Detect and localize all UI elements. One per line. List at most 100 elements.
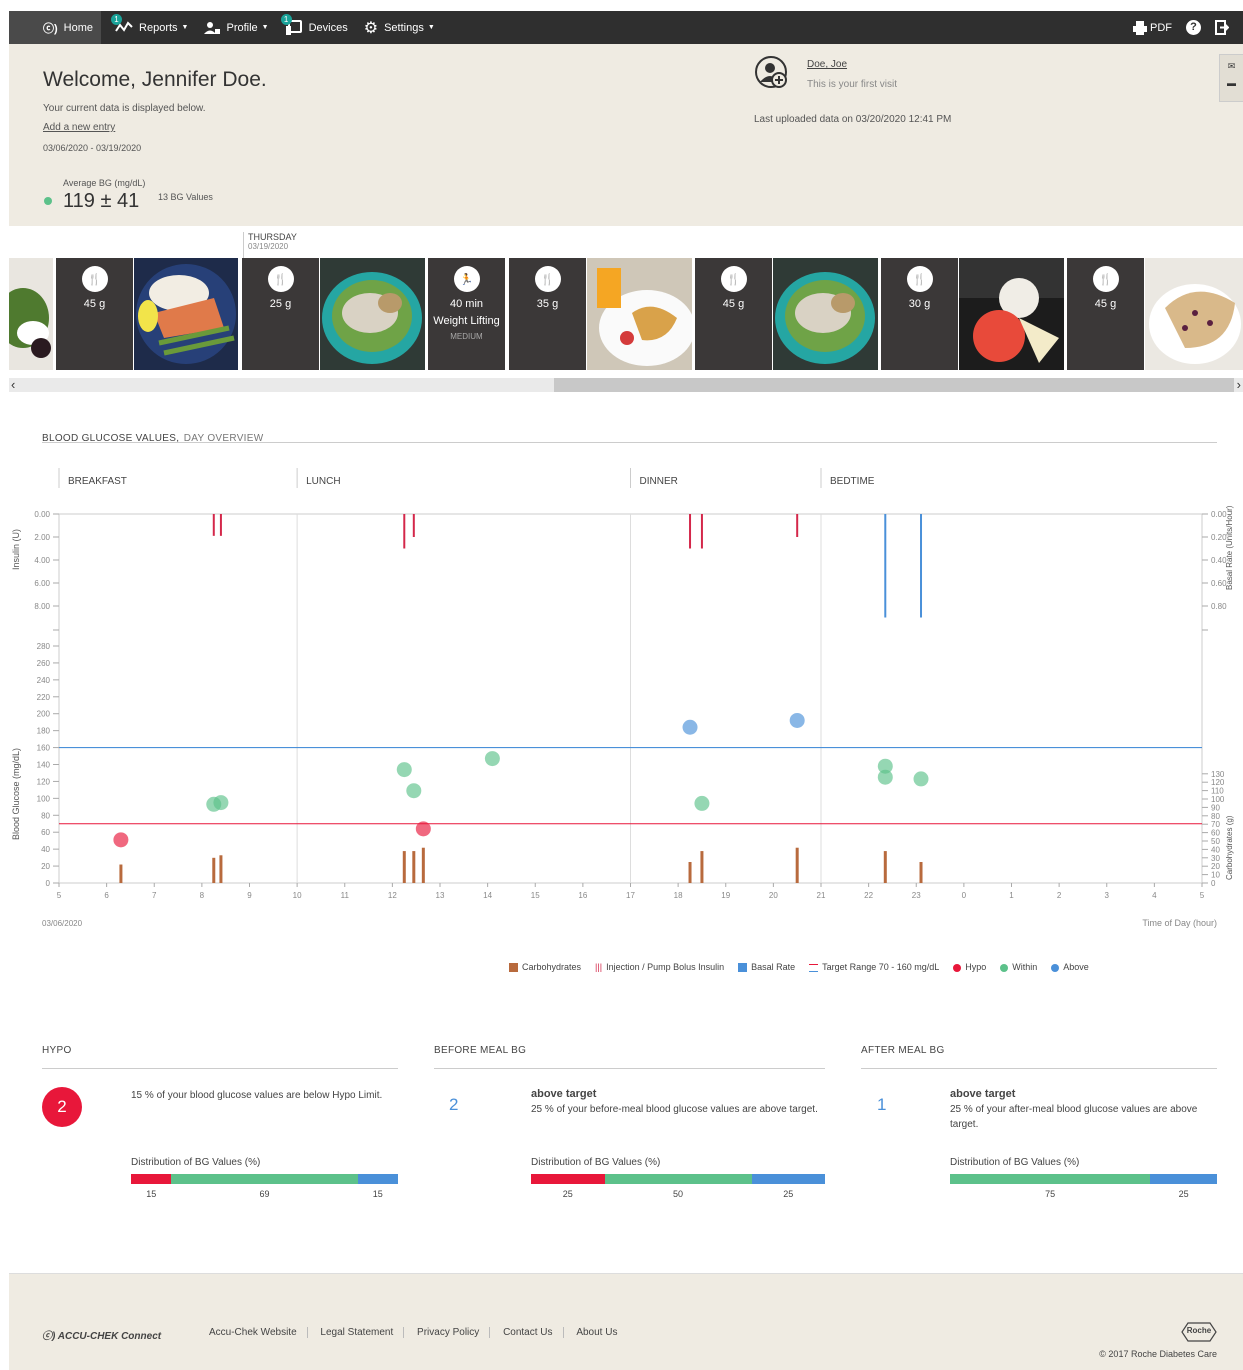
before-meal-distribution-labels: 25 50 25 (531, 1189, 825, 1201)
fork-knife-icon: 🍴 (534, 266, 561, 292)
before-meal-count[interactable]: 2 (449, 1095, 458, 1115)
bg-point-above (682, 719, 698, 735)
x-tick-label: 13 (436, 891, 445, 900)
exercise-tile[interactable]: 🏃 40 min Weight Lifting MEDIUM (428, 258, 505, 370)
carb-tick-label: 40 (1211, 845, 1220, 854)
date-range: 03/06/2020 - 03/19/2020 (43, 143, 142, 153)
meal-photo[interactable] (959, 258, 1064, 370)
distribution-segment (357, 1174, 398, 1184)
after-meal-distribution-bar (950, 1174, 1217, 1184)
patient-name-link[interactable]: Doe, Joe (807, 59, 847, 70)
nav-devices[interactable]: 1 Devices (277, 11, 356, 44)
hypo-title: HYPO (42, 1045, 72, 1056)
meal-photo[interactable] (1145, 258, 1243, 370)
fork-knife-icon: 🍴 (267, 266, 294, 292)
footer-link-contact[interactable]: Contact Us (493, 1327, 564, 1338)
meal-photo[interactable] (9, 258, 53, 370)
before-meal-panel: BEFORE MEAL BG 2 above target 25 % of yo… (434, 1045, 825, 1199)
meal-tile[interactable]: 🍴 45 g (56, 258, 133, 370)
start-date-label: 03/06/2020 (42, 919, 83, 928)
copyright: © 2017 Roche Diabetes Care (1099, 1349, 1217, 1359)
devices-badge: 1 (280, 14, 292, 25)
carb-tick-label: 120 (1211, 778, 1225, 787)
after-meal-divider (861, 1068, 1217, 1069)
distribution-value-label: 75 (1045, 1189, 1056, 1199)
chart-title: BLOOD GLUCOSE VALUES, DAY OVERVIEW (42, 428, 263, 446)
add-entry-link[interactable]: Add a new entry (43, 122, 115, 133)
footer-link-about[interactable]: About Us (566, 1327, 627, 1338)
carb-bar (412, 851, 416, 883)
carb-tick-label: 50 (1211, 837, 1220, 846)
footer-link-website[interactable]: Accu-Chek Website (199, 1327, 308, 1338)
meal-tile[interactable]: 🍴 35 g (509, 258, 586, 370)
bg-point-within (913, 771, 929, 787)
meal-photo[interactable] (134, 258, 238, 370)
meal-tile[interactable]: 🍴 25 g (242, 258, 319, 370)
logout-icon[interactable] (1215, 20, 1229, 35)
footer-link-legal[interactable]: Legal Statement (310, 1327, 405, 1338)
meal-tile[interactable]: 🍴 45 g (1067, 258, 1144, 370)
after-meal-distribution-labels: 75 25 (950, 1189, 1217, 1201)
period-label-bedtime: BEDTIME (830, 476, 875, 487)
bg-tick-label: 220 (37, 693, 51, 702)
carb-value: 30 g (908, 298, 931, 310)
before-meal-dist-label: Distribution of BG Values (%) (531, 1157, 661, 1168)
carb-value: 25 g (269, 298, 292, 310)
insulin-axis-title: Insulin (U) (11, 529, 21, 570)
after-meal-dist-label: Distribution of BG Values (%) (950, 1157, 1080, 1168)
basal-axis-title: Basal Rate (Units/Hour) (1225, 505, 1234, 590)
carb-tick-label: 20 (1211, 862, 1220, 871)
help-icon[interactable]: ? (1186, 20, 1201, 35)
nav-settings[interactable]: ⚙ Settings ▼ (356, 11, 443, 44)
scroll-right-button[interactable]: › (1237, 377, 1241, 392)
bg-point-hypo (415, 821, 431, 837)
chevron-down-icon: ▼ (261, 24, 269, 31)
after-meal-description: 25 % of your after-meal blood glucose va… (950, 1104, 1198, 1130)
meal-tile[interactable]: 🍴 45 g (695, 258, 772, 370)
x-tick-label: 14 (483, 891, 492, 900)
reports-badge: 1 (111, 14, 123, 25)
accu-chek-logo-icon: ⓒ) (43, 22, 58, 35)
carb-tick-label: 100 (1211, 795, 1225, 804)
scroll-left-button[interactable]: ‹ (11, 377, 15, 392)
meal-photo[interactable] (320, 258, 425, 370)
carb-bar (119, 864, 123, 883)
period-label-dinner: DINNER (640, 476, 678, 487)
x-tick-label: 5 (1200, 891, 1205, 900)
bg-tick-label: 0 (46, 879, 51, 888)
basal-tick-label: 0.80 (1211, 602, 1227, 611)
hypo-distribution-bar (131, 1174, 398, 1184)
meal-photo[interactable] (587, 258, 692, 370)
pdf-button[interactable]: PDF (1133, 20, 1172, 35)
title-divider (42, 442, 1217, 443)
bg-tick-label: 80 (41, 811, 50, 820)
footer-link-privacy[interactable]: Privacy Policy (407, 1327, 491, 1338)
average-bg-label: Average BG (mg/dL) (63, 178, 146, 188)
carb-tick-label: 10 (1211, 871, 1220, 880)
pdf-label: PDF (1150, 21, 1172, 34)
average-bg-value: 119 ± 41 (63, 190, 140, 212)
carb-value: 45 g (83, 298, 106, 310)
exercise-type: Weight Lifting (433, 315, 500, 327)
bg-tick-label: 240 (37, 676, 51, 685)
carb-value: 45 g (1094, 298, 1117, 310)
day-date: 03/19/2020 (248, 242, 289, 251)
nav-profile[interactable]: Profile ▼ (196, 11, 276, 44)
feed-scrollbar[interactable]: ‹ › (9, 377, 1243, 392)
carb-tick-label: 110 (1211, 787, 1224, 796)
accu-chek-logo-icon: ⓒ) (42, 1331, 58, 1342)
side-panel-tab[interactable]: ✉ ▬ (1219, 54, 1243, 102)
x-tick-label: 20 (769, 891, 778, 900)
meal-tile[interactable]: 🍴 30 g (881, 258, 958, 370)
nav-reports[interactable]: 1 Reports ▼ (107, 11, 196, 44)
hypo-count-badge[interactable]: 2 (42, 1087, 82, 1127)
bg-point-above (789, 712, 805, 728)
nav-home[interactable]: ⓒ) Home (9, 11, 102, 44)
nav-profile-label: Profile (226, 21, 258, 34)
scrollbar-thumb[interactable] (554, 378, 1234, 392)
meal-photo[interactable] (773, 258, 878, 370)
after-meal-count[interactable]: 1 (877, 1095, 886, 1115)
exercise-duration: 40 min (449, 298, 484, 310)
x-tick-label: 3 (1105, 891, 1110, 900)
fork-knife-icon: 🍴 (906, 266, 933, 292)
